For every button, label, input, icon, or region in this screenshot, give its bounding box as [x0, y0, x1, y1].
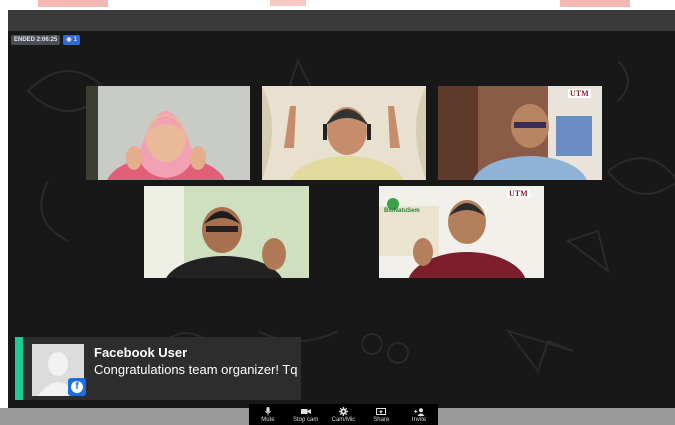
share-button[interactable]: Share — [363, 407, 399, 423]
top-banner — [0, 0, 675, 10]
control-toolbar: Mute Stop cam Cam/Mic Share Invite — [249, 404, 438, 425]
comment-message: Congratulations team organizer! Tq — [94, 362, 298, 377]
mute-label: Mute — [261, 416, 275, 423]
utm-logo: UTM — [507, 189, 530, 198]
cam-mic-button[interactable]: Cam/Mic — [325, 407, 361, 423]
share-label: Share — [373, 416, 390, 423]
microphone-icon — [264, 407, 271, 417]
eye-icon: ◉ — [66, 37, 72, 43]
comment-accent-bar — [15, 337, 23, 400]
participant-video-5 — [379, 186, 544, 278]
stream-status: ENDED 2:06:25 ◉ 1 — [11, 35, 80, 45]
mute-button[interactable]: Mute — [250, 407, 286, 423]
share-screen-icon — [376, 407, 387, 417]
stop-cam-button[interactable]: Stop cam — [288, 407, 324, 423]
stop-cam-label: Stop cam — [293, 416, 319, 423]
viewer-count-badge: ◉ 1 — [63, 35, 80, 45]
facebook-icon: f — [68, 378, 86, 396]
participant-video-1 — [86, 86, 250, 180]
comment-overlay: Facebook User Congratulations team organ… — [15, 337, 301, 400]
participant-tile-1 — [86, 86, 250, 180]
participant-tile-4 — [144, 186, 309, 278]
invite-label: Invite — [411, 416, 427, 423]
invite-button[interactable]: Invite — [401, 407, 437, 423]
comment-user-name: Facebook User — [94, 345, 188, 360]
ended-badge: ENDED 2:06:25 — [11, 35, 61, 45]
title-strip — [8, 10, 675, 31]
cam-mic-label: Cam/Mic — [331, 416, 356, 423]
bionatusem-banner: BioNatuSem — [384, 208, 420, 214]
utm-logo: UTM — [568, 89, 591, 98]
participant-video-4 — [144, 186, 309, 278]
gear-icon — [338, 407, 348, 417]
participant-video-3 — [438, 86, 602, 180]
viewer-count: 1 — [73, 37, 77, 43]
camera-icon — [300, 407, 311, 417]
participant-tile-2 — [262, 86, 426, 180]
add-person-icon — [413, 407, 425, 417]
participant-video-2 — [262, 86, 426, 180]
participant-tile-5: BioNatuSem UTM — [379, 186, 544, 278]
participant-tile-3: UTM — [438, 86, 602, 180]
